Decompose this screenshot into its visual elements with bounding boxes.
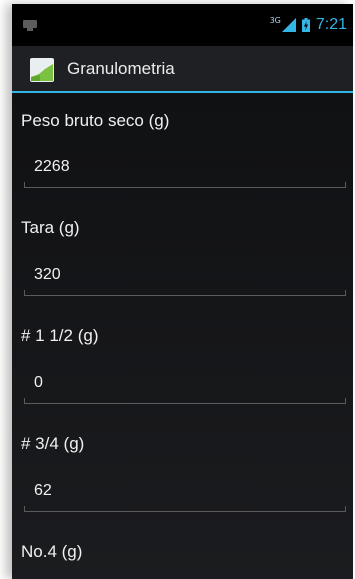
field-label-peso-bruto: Peso bruto seco (g) [21, 111, 170, 130]
field-label-sieve-3-4: # 3/4 (g) [21, 434, 85, 453]
form-content[interactable]: Peso bruto seco (g) 2268 Tara (g) 320 # … [12, 93, 353, 579]
field-label-no-4: No.4 (g) [21, 542, 83, 561]
status-bar: 3G 7:21 [12, 4, 353, 46]
tara-value: 320 [34, 266, 61, 283]
peso-bruto-input[interactable]: 2268 [24, 154, 346, 188]
phone-screen: 3G 7:21 Granulometria Peso bruto seco (g… [12, 4, 353, 579]
app-title: Granulometria [67, 59, 175, 78]
sieve-3-4-value: 62 [34, 482, 52, 499]
sieve-3-4-input[interactable]: 62 [24, 478, 346, 512]
status-clock: 7:21 [315, 16, 347, 33]
network-type-label: 3G [269, 16, 281, 25]
input-underline [24, 505, 346, 512]
tara-input[interactable]: 320 [24, 262, 346, 296]
app-launcher-icon[interactable] [30, 58, 54, 82]
signal-icon [281, 18, 296, 32]
field-label-sieve-1-1-2: # 1 1/2 (g) [21, 326, 99, 345]
action-bar: Granulometria [12, 46, 353, 93]
status-indicators: 3G 7:21 [270, 15, 347, 35]
input-underline [24, 289, 346, 296]
field-label-tara: Tara (g) [21, 218, 80, 237]
battery-icon [301, 18, 310, 32]
input-underline [24, 181, 346, 188]
sieve-1-1-2-input[interactable]: 0 [24, 370, 346, 404]
sieve-1-1-2-value: 0 [34, 374, 43, 391]
input-underline [24, 397, 346, 404]
peso-bruto-value: 2268 [34, 158, 70, 175]
screen-notification-icon [23, 20, 37, 31]
